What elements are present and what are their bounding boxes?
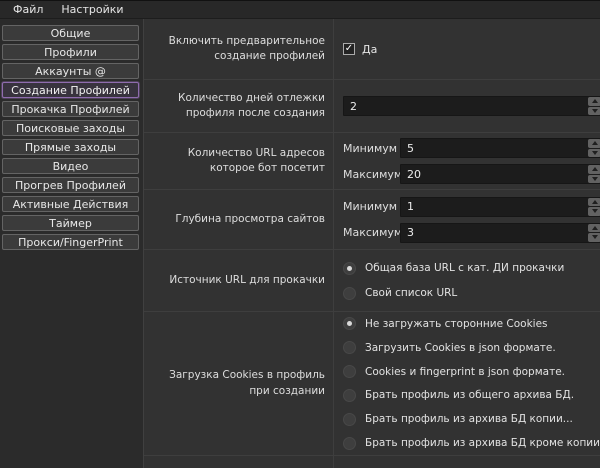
radio-selected-icon[interactable] [343, 317, 356, 330]
sidebar-item-direct-visits[interactable]: Прямые заходы [2, 139, 139, 155]
radio-selected-icon[interactable] [343, 262, 356, 275]
url-count-min-label: Минимум [343, 142, 400, 155]
cookies-option-label: Брать профиль из общего архива БД. [365, 389, 574, 401]
sidebar-item-timer[interactable]: Таймер [2, 215, 139, 231]
rest-days-value: 2 [344, 100, 588, 113]
cookies-option[interactable]: Брать профиль из архива БД копии... [343, 407, 600, 431]
precreate-checkbox[interactable]: ✓ [343, 43, 355, 55]
depth-min-label: Минимум [343, 200, 400, 213]
row-depth: Глубина просмотра сайтов Минимум 1 Макси… [144, 190, 600, 250]
spinner-up-icon[interactable] [588, 165, 600, 174]
radio-icon[interactable] [343, 341, 356, 354]
menu-settings[interactable]: Настройки [52, 3, 132, 16]
cookies-label: Загрузка Cookies в профиль при создании [144, 312, 334, 455]
url-count-max-value: 20 [401, 168, 588, 181]
settings-panel: Включить предварительное создание профил… [144, 19, 600, 468]
depth-label: Глубина просмотра сайтов [144, 190, 334, 249]
url-source-option-label: Общая база URL с кат. ДИ прокачки [365, 262, 564, 274]
url-count-min-input[interactable]: 5 [400, 138, 600, 158]
depth-max-input[interactable]: 3 [400, 223, 600, 243]
precreate-checkbox-label: Да [362, 43, 377, 56]
sidebar-item-search-visits[interactable]: Поисковые заходы [2, 120, 139, 136]
row-cookies: Загрузка Cookies в профиль при создании … [144, 312, 600, 456]
cookies-option[interactable]: Брать профиль из архива БД кроме копии. [343, 431, 600, 455]
url-source-option[interactable]: Свой список URL [343, 281, 600, 306]
spinner-down-icon[interactable] [588, 207, 600, 216]
sidebar-item-profiles[interactable]: Профили [2, 44, 139, 60]
row-url-count: Количество URL адресов которое бот посет… [144, 133, 600, 190]
precreate-label: Включить предварительное создание профил… [144, 19, 334, 79]
spinner-down-icon[interactable] [588, 107, 600, 116]
sidebar-item-accounts[interactable]: Аккаунты @ [2, 63, 139, 79]
cookies-option[interactable]: Не загружать сторонние Cookies [343, 312, 600, 336]
url-count-min-value: 5 [401, 142, 588, 155]
cookies-option-label: Cookies и fingerprint в json формате. [365, 366, 565, 378]
radio-icon[interactable] [343, 389, 356, 402]
cookies-option-label: Загрузить Cookies в json формате. [365, 342, 556, 354]
url-count-max-label: Максимум [343, 168, 400, 181]
menu-file[interactable]: Файл [4, 3, 52, 16]
empty-row [144, 456, 600, 468]
depth-min-input[interactable]: 1 [400, 197, 600, 217]
sidebar-item-active-actions[interactable]: Активные Действия [2, 196, 139, 212]
spinner-up-icon[interactable] [588, 139, 600, 148]
sidebar-item-profile-warmup[interactable]: Прогрев Профилей [2, 177, 139, 193]
radio-icon[interactable] [343, 437, 356, 450]
spinner-up-icon[interactable] [588, 198, 600, 207]
url-count-max-input[interactable]: 20 [400, 164, 600, 184]
depth-max-value: 3 [401, 226, 588, 239]
cookies-option[interactable]: Брать профиль из общего архива БД. [343, 384, 600, 408]
sidebar: Общие Профили Аккаунты @ Создание Профил… [0, 19, 144, 468]
radio-icon[interactable] [343, 365, 356, 378]
url-source-option[interactable]: Общая база URL с кат. ДИ прокачки [343, 256, 600, 281]
rest-days-input[interactable]: 2 [343, 96, 600, 116]
cookies-option[interactable]: Загрузить Cookies в json формате. [343, 336, 600, 360]
cookies-option[interactable]: Cookies и fingerprint в json формате. [343, 360, 600, 384]
rest-days-label: Количество дней отлежки профиля после со… [144, 80, 334, 132]
row-url-source: Источник URL для прокачки Общая база URL… [144, 250, 600, 312]
url-source-label: Источник URL для прокачки [144, 250, 334, 311]
depth-min-value: 1 [401, 200, 588, 213]
sidebar-item-profile-pumping[interactable]: Прокачка Профилей [2, 101, 139, 117]
cookies-option-label: Брать профиль из архива БД кроме копии. [365, 437, 600, 449]
sidebar-item-profile-creation[interactable]: Создание Профилей [2, 82, 139, 98]
sidebar-item-general[interactable]: Общие [2, 25, 139, 41]
spinner-up-icon[interactable] [588, 97, 600, 106]
cookies-option-label: Не загружать сторонние Cookies [365, 318, 548, 330]
radio-icon[interactable] [343, 287, 356, 300]
spinner-down-icon[interactable] [588, 233, 600, 242]
row-rest-days: Количество дней отлежки профиля после со… [144, 80, 600, 133]
radio-icon[interactable] [343, 413, 356, 426]
cookies-option-label: Брать профиль из архива БД копии... [365, 413, 573, 425]
sidebar-item-proxy-fingerprint[interactable]: Прокси/FingerPrint [2, 234, 139, 250]
spinner-down-icon[interactable] [588, 149, 600, 158]
spinner-up-icon[interactable] [588, 224, 600, 233]
url-source-option-label: Свой список URL [365, 287, 457, 299]
menu-bar: Файл Настройки [0, 0, 600, 19]
sidebar-item-video[interactable]: Видео [2, 158, 139, 174]
depth-max-label: Максимум [343, 226, 400, 239]
spinner-down-icon[interactable] [588, 175, 600, 184]
row-precreate: Включить предварительное создание профил… [144, 19, 600, 80]
url-count-label: Количество URL адресов которое бот посет… [144, 133, 334, 189]
main-layout: Общие Профили Аккаунты @ Создание Профил… [0, 19, 600, 468]
